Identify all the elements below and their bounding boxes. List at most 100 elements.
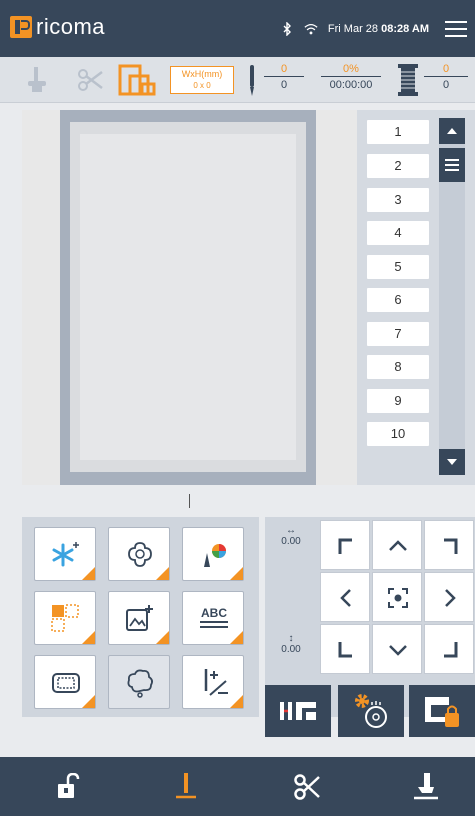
flower-icon xyxy=(128,542,152,567)
needle-item[interactable]: 1 xyxy=(367,120,429,144)
triangle-up-icon xyxy=(447,128,457,134)
canvas-cursor xyxy=(189,494,190,508)
text-button[interactable]: ABC xyxy=(182,591,244,645)
corner-up-left-icon xyxy=(338,538,352,554)
move-up-right-button[interactable] xyxy=(424,520,474,570)
trace-icon xyxy=(280,702,316,720)
menu-icon[interactable] xyxy=(445,21,467,37)
size-value: 0 x 0 xyxy=(193,81,211,90)
move-down-button[interactable] xyxy=(372,624,422,674)
needle-item[interactable]: 10 xyxy=(367,422,429,446)
move-down-right-button[interactable] xyxy=(424,624,474,674)
needle-position-icon[interactable] xyxy=(174,773,198,801)
thread-current: 0 xyxy=(424,63,468,77)
size-label: WxH(mm) xyxy=(181,69,223,79)
outline-button[interactable] xyxy=(108,655,170,709)
wifi-icon xyxy=(304,23,318,35)
image-plus-icon xyxy=(126,605,153,631)
unlock-icon[interactable] xyxy=(56,773,80,799)
move-up-left-button[interactable] xyxy=(320,520,370,570)
hoop-inner xyxy=(70,122,306,472)
svg-text:ABC: ABC xyxy=(201,606,227,620)
machine-settings-button[interactable] xyxy=(338,685,404,737)
ricoma-logo-icon xyxy=(10,16,32,38)
design-library-button[interactable] xyxy=(108,527,170,581)
add-image-button[interactable] xyxy=(108,591,170,645)
chevron-right-icon xyxy=(445,589,456,607)
scroll-up-button[interactable] xyxy=(439,118,465,144)
center-focus-icon xyxy=(388,588,408,608)
stitch-count: 0 0 xyxy=(264,63,304,91)
x-offset-readout: ↔ 0.00 xyxy=(273,525,309,547)
design-size-box: WxH(mm) 0 x 0 xyxy=(170,66,234,94)
needle-item[interactable]: 5 xyxy=(367,255,429,279)
thread-spool-icon xyxy=(398,64,418,96)
needle-item[interactable]: 9 xyxy=(367,389,429,413)
machine-lock-button[interactable] xyxy=(409,685,475,737)
scroll-down-button[interactable] xyxy=(439,449,465,475)
layout-button[interactable] xyxy=(34,591,96,645)
needle-item[interactable]: 4 xyxy=(367,221,429,245)
gear-needle-icon xyxy=(355,694,387,728)
progress-time: 00:00:00 xyxy=(329,79,373,91)
stitch-current: 0 xyxy=(264,63,304,77)
tool-panel: ABC xyxy=(22,517,259,717)
hoop-field[interactable] xyxy=(80,134,296,460)
machine-lock-icon xyxy=(425,697,459,727)
chevron-up-icon xyxy=(389,540,407,551)
y-offset-readout: ↕ 0.00 xyxy=(273,633,309,655)
move-right-button[interactable] xyxy=(424,572,474,622)
design-canvas[interactable] xyxy=(22,110,357,485)
status-area: Fri Mar 28 08:28 AM xyxy=(280,22,429,36)
status-datetime: Fri Mar 28 08:28 AM xyxy=(328,23,429,35)
outline-icon xyxy=(127,669,154,698)
vertical-arrows-icon: ↕ xyxy=(288,633,294,644)
triangle-down-icon xyxy=(447,459,457,465)
horizontal-arrows-icon: ↔ xyxy=(286,525,296,536)
needle-item[interactable]: 2 xyxy=(367,154,429,178)
add-design-button[interactable] xyxy=(34,527,96,581)
thread-color-icon xyxy=(204,544,226,567)
needle-item[interactable]: 7 xyxy=(367,322,429,346)
corner-down-right-icon xyxy=(444,642,458,658)
move-down-left-button[interactable] xyxy=(320,624,370,674)
stitch-edit-icon xyxy=(204,669,228,696)
needle-icon xyxy=(250,65,254,96)
progress-percent: 0% xyxy=(321,63,381,77)
bottom-nav xyxy=(0,757,475,816)
frame-icon xyxy=(52,673,80,693)
trace-button[interactable] xyxy=(265,685,331,737)
needle-item[interactable]: 6 xyxy=(367,288,429,312)
top-bar: ricoma Fri Mar 28 08:28 AM xyxy=(0,0,475,57)
progress-readout: 0% 00:00:00 xyxy=(321,63,381,91)
corner-up-right-icon xyxy=(444,538,458,554)
bluetooth-icon xyxy=(283,22,291,36)
info-bar: WxH(mm) 0 x 0 0 0 0% 00:00:00 0 0 xyxy=(0,57,475,103)
presser-foot-icon[interactable] xyxy=(412,773,440,801)
stitch-edit-button[interactable] xyxy=(182,655,244,709)
needle-item[interactable]: 3 xyxy=(367,188,429,212)
hoop-size-icon[interactable] xyxy=(118,62,162,98)
scissors-icon[interactable] xyxy=(293,773,321,801)
status-date: Fri Mar 28 xyxy=(327,23,379,35)
move-up-button[interactable] xyxy=(372,520,422,570)
embroidery-hoop xyxy=(60,110,316,485)
chevron-left-icon xyxy=(340,589,351,607)
scroll-thumb[interactable] xyxy=(439,148,465,182)
thread-count: 0 0 xyxy=(424,63,468,91)
brand-name: ricoma xyxy=(36,14,106,39)
needle-scrollbar[interactable] xyxy=(439,118,465,475)
stitch-total: 0 xyxy=(280,79,288,91)
needle-item[interactable]: 8 xyxy=(367,355,429,379)
layout-icon xyxy=(51,604,79,632)
sewing-machine-icon[interactable] xyxy=(26,65,50,95)
center-button[interactable] xyxy=(372,572,422,622)
needle-list: 1 2 3 4 5 6 7 8 9 10 xyxy=(357,110,475,485)
status-time: 08:28 AM xyxy=(381,23,429,35)
frame-button[interactable] xyxy=(34,655,96,709)
chevron-down-icon xyxy=(389,645,407,656)
move-left-button[interactable] xyxy=(320,572,370,622)
x-offset-value: 0.00 xyxy=(281,536,301,547)
color-button[interactable] xyxy=(182,527,244,581)
trim-off-icon[interactable] xyxy=(76,67,106,93)
